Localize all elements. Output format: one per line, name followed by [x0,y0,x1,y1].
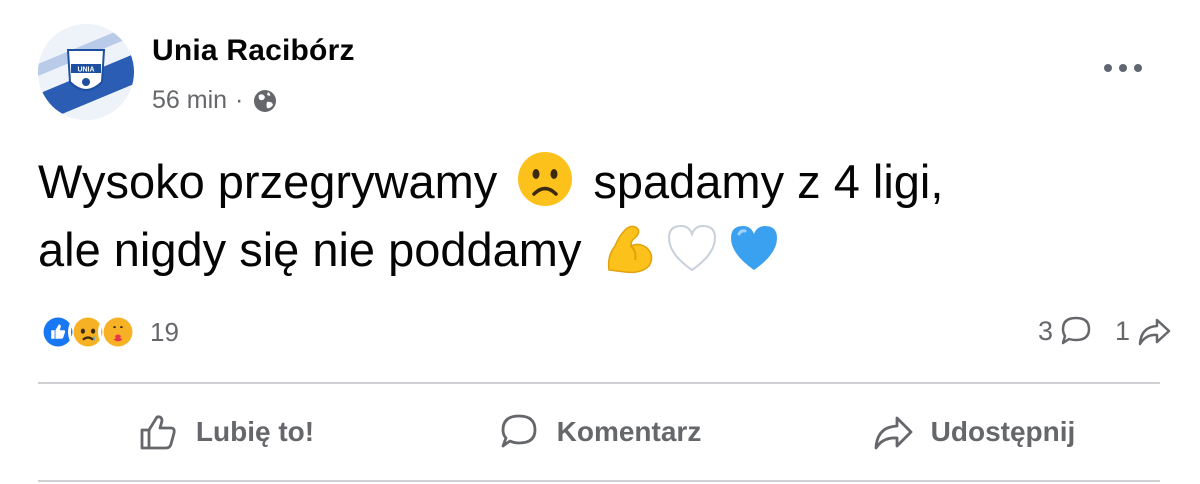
blue-heart-emoji [730,226,777,270]
message-part-1: Wysoko przegrywamy [38,155,498,208]
avatar-label: UNIA [77,67,94,74]
share-count[interactable]: 1 [1115,314,1172,348]
message-part-3: ale nigdy się nie poddamy [38,223,582,276]
action-bar: Lubię to! Komentarz Udostępnij [38,384,1160,480]
reaction-count: 19 [150,316,179,347]
more-dot [1104,64,1112,72]
share-arrow-icon [1138,318,1171,346]
share-button[interactable]: Udostępnij [786,384,1160,480]
sad-face-emoji [518,152,573,206]
meta-separator: · [235,86,244,114]
like-button[interactable]: Lubię to! [38,384,412,480]
bottom-divider [38,480,1160,482]
comment-count-value: 3 [1037,315,1053,346]
post-message: Wysoko przegrywamy spadamy z 4 ligi, ale… [38,148,1158,284]
more-dot [1134,64,1142,72]
comment-button[interactable]: Komentarz [412,384,786,480]
comment-button-label: Komentarz [556,416,702,447]
post-timestamp[interactable]: 56 min [152,86,227,115]
flexed-biceps-emoji [607,225,652,274]
page-avatar[interactable]: UNIA [38,24,134,120]
reaction-summary[interactable]: 19 [38,312,179,352]
white-heart-emoji [667,224,716,272]
more-options-button[interactable] [1104,60,1152,76]
engagement-counts: 3 1 [1038,314,1172,348]
comment-count[interactable]: 3 [1038,314,1093,348]
post-meta: 56 min · [152,86,279,115]
comment-bubble-icon [1061,316,1091,345]
share-count-value: 1 [1114,315,1130,346]
post-author[interactable]: Unia Racibórz [152,34,355,68]
like-button-label: Lubię to! [195,416,315,447]
more-dot [1119,64,1127,72]
care-reaction-icon [98,312,138,352]
globe-icon[interactable] [251,87,279,115]
share-button-label: Udostępnij [930,416,1076,447]
share-icon [874,416,913,450]
comment-icon [501,414,537,448]
message-part-2: spadamy z 4 ligi, [593,155,944,208]
thumbs-up-icon [140,415,176,450]
